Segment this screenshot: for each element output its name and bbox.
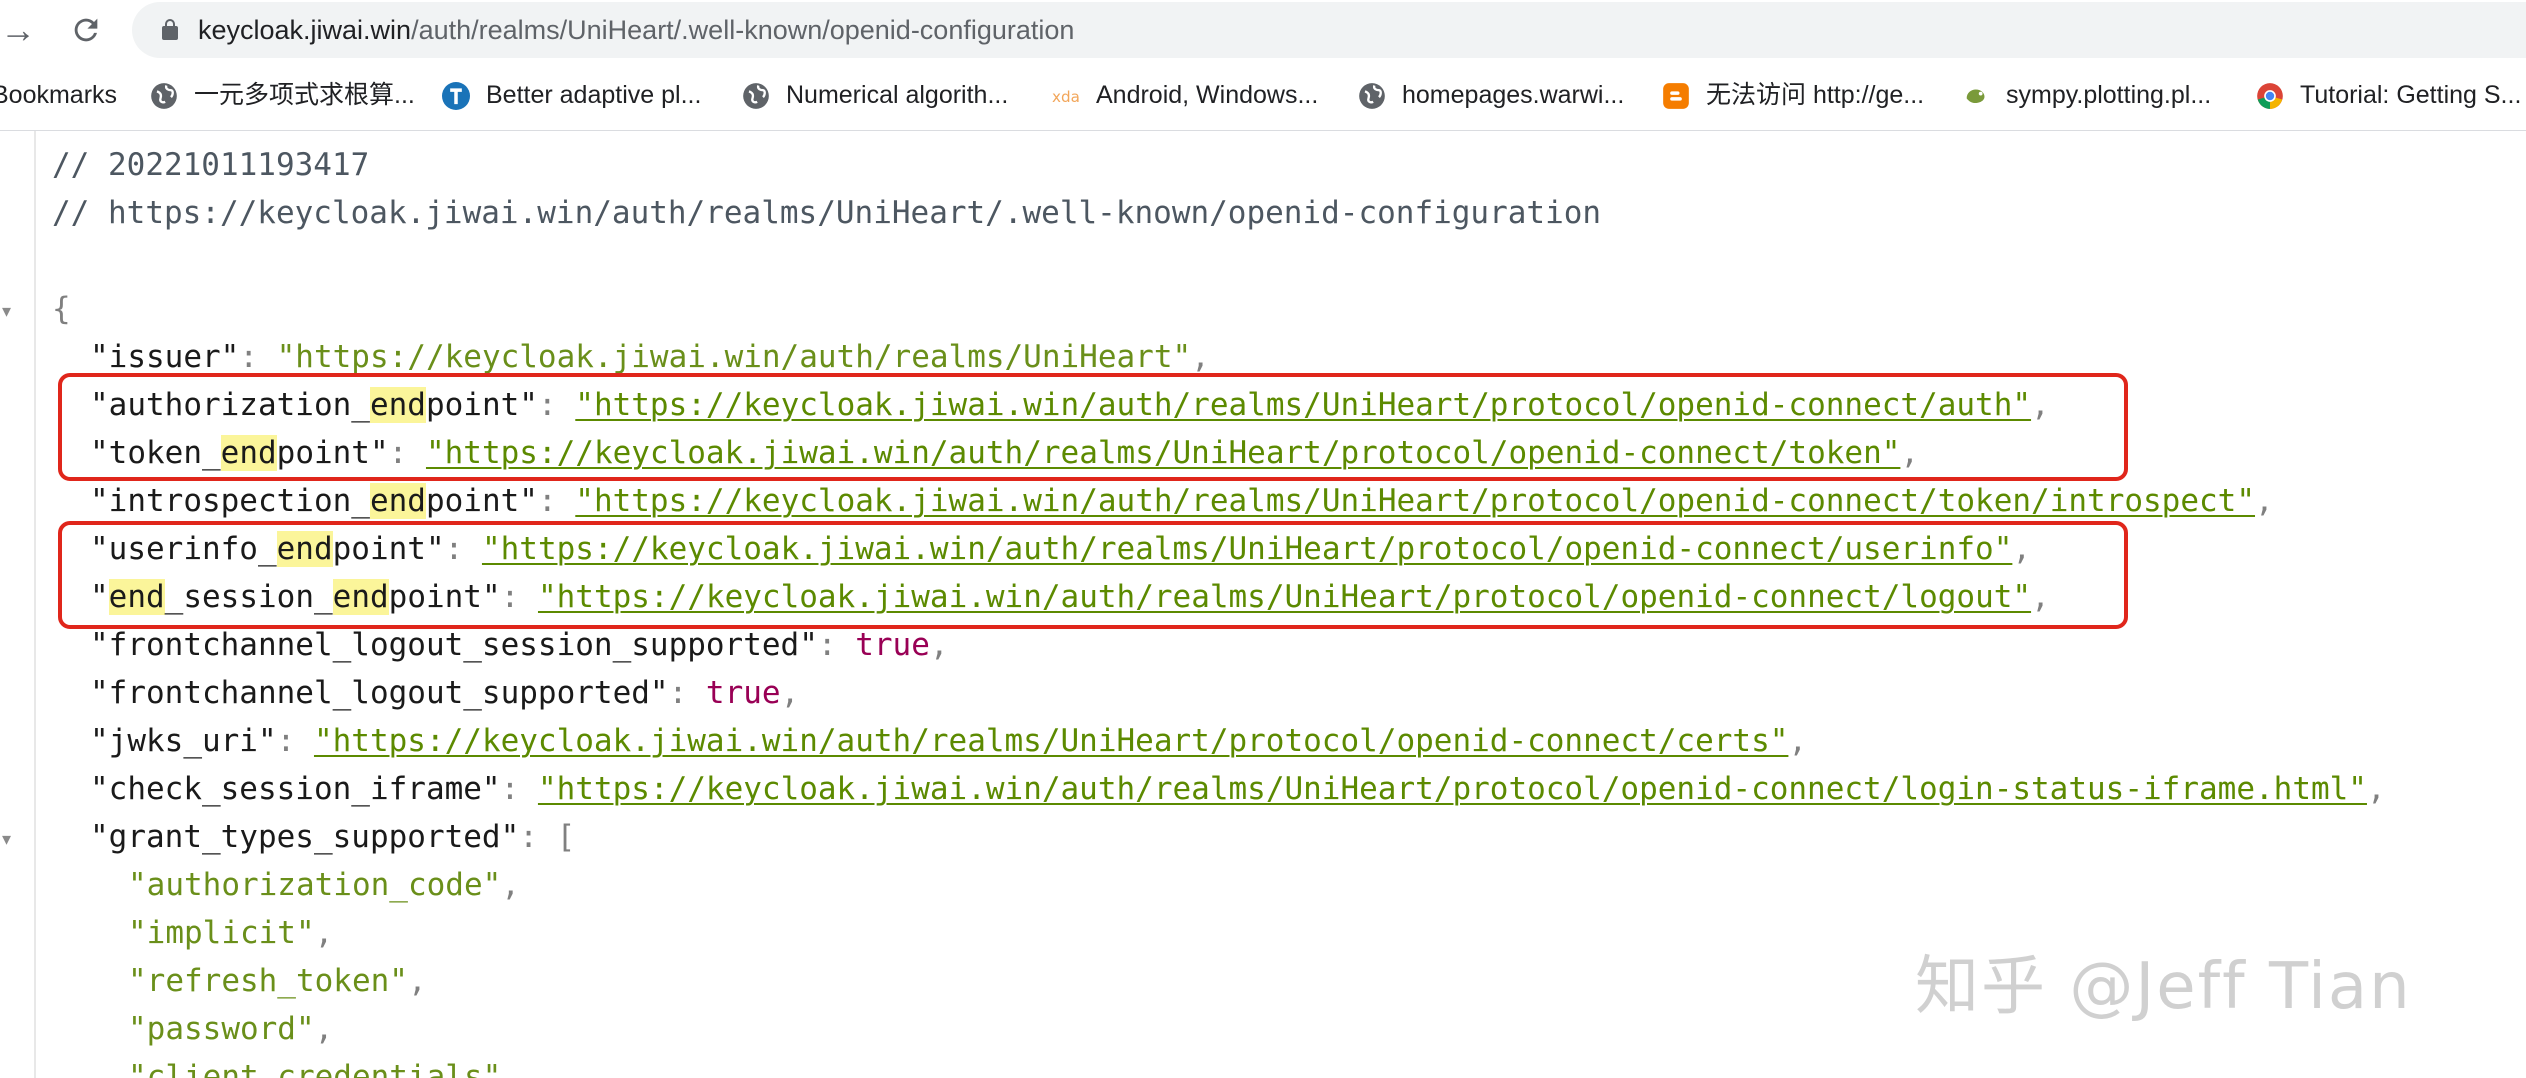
arrow-right-icon: → bbox=[0, 9, 36, 50]
json-link-value[interactable]: "https://keycloak.jiwai.win/auth/realms/… bbox=[314, 723, 1788, 759]
json-boolean-value: true bbox=[706, 675, 781, 711]
json-string-value: "client_credentials" bbox=[128, 1059, 501, 1078]
gutter-divider bbox=[34, 131, 36, 1078]
json-comma: , bbox=[1191, 339, 1210, 375]
xda-icon: xda bbox=[1052, 82, 1080, 110]
blogger-icon bbox=[1662, 82, 1690, 110]
comment-url: // https://keycloak.jiwai.win/auth/realm… bbox=[52, 189, 1601, 237]
json-row-frontchannel-logout-supported: "frontchannel_logout_supported": true, bbox=[90, 669, 799, 717]
json-boolean-value: true bbox=[855, 627, 930, 663]
url-host: keycloak.jiwai.win bbox=[198, 15, 411, 45]
json-array-item: "implicit", bbox=[128, 909, 333, 957]
bookmark-label: sympy.plotting.pl... bbox=[2006, 60, 2211, 130]
bookmark-folder[interactable]: Bookmarks bbox=[0, 60, 117, 130]
json-array-item: "refresh_token", bbox=[128, 957, 427, 1005]
json-row-jwks-uri: "jwks_uri": "https://keycloak.jiwai.win/… bbox=[90, 717, 1807, 765]
bookmarks-bar: Bookmarks 一元多项式求根算... Better adaptive pl… bbox=[0, 60, 2526, 131]
json-comma: , bbox=[1788, 723, 1807, 759]
json-key-part: point" bbox=[426, 483, 538, 519]
bookmark-label: Numerical algorith... bbox=[786, 60, 1008, 130]
json-array-item: "client_credentials", bbox=[128, 1053, 520, 1078]
watermark: 知乎 @Jeff Tian bbox=[1915, 935, 2412, 1027]
json-array-item: "authorization_code", bbox=[128, 861, 520, 909]
json-colon: : bbox=[519, 819, 556, 855]
json-comma: , bbox=[2255, 483, 2274, 519]
forward-button[interactable]: → bbox=[0, 6, 42, 54]
json-string-value: "implicit" bbox=[128, 915, 315, 951]
bookmark-label: homepages.warwi... bbox=[1402, 60, 1624, 130]
bookmark-label: 一元多项式求根算... bbox=[194, 60, 415, 130]
json-comma: , bbox=[930, 627, 949, 663]
comment-timestamp: // 20221011193417 bbox=[52, 141, 369, 189]
json-link-value[interactable]: "https://keycloak.jiwai.win/auth/realms/… bbox=[575, 483, 2255, 519]
json-comma: , bbox=[315, 915, 334, 951]
json-colon: : bbox=[669, 675, 706, 711]
bookmark-label: Android, Windows... bbox=[1096, 60, 1318, 130]
json-key: "check_session_iframe" bbox=[90, 771, 501, 807]
json-row-check-session-iframe: "check_session_iframe": "https://keycloa… bbox=[90, 765, 2386, 813]
globe-icon bbox=[742, 82, 770, 110]
chrome-icon bbox=[2256, 82, 2284, 110]
json-string-value: "https://keycloak.jiwai.win/auth/realms/… bbox=[277, 339, 1192, 375]
json-colon: : bbox=[818, 627, 855, 663]
svg-text:xda: xda bbox=[1052, 88, 1080, 106]
json-comma: , bbox=[2367, 771, 2386, 807]
browser-toolbar: → keycloak.jiwai.win/auth/realms/UniHear… bbox=[0, 0, 2526, 60]
collapse-triangle-icon[interactable]: ▾ bbox=[2, 830, 20, 848]
annotation-box-auth-token bbox=[58, 373, 2128, 481]
json-colon: : bbox=[277, 723, 314, 759]
json-key: "frontchannel_logout_supported" bbox=[90, 675, 669, 711]
json-key: "grant_types_supported" bbox=[90, 819, 519, 855]
url-path: /auth/realms/UniHeart/.well-known/openid… bbox=[411, 15, 1074, 45]
globe-icon bbox=[1358, 82, 1386, 110]
json-string-value: "password" bbox=[128, 1011, 315, 1047]
json-colon: : bbox=[538, 483, 575, 519]
json-link-value[interactable]: "https://keycloak.jiwai.win/auth/realms/… bbox=[538, 771, 2367, 807]
json-open-brace: { bbox=[52, 285, 71, 333]
json-key: "issuer" bbox=[90, 339, 239, 375]
json-row-introspection-endpoint: "introspection_endpoint": "https://keycl… bbox=[90, 477, 2274, 525]
collapse-triangle-icon[interactable]: ▾ bbox=[2, 302, 20, 320]
address-bar[interactable]: keycloak.jiwai.win/auth/realms/UniHeart/… bbox=[132, 2, 2526, 58]
json-viewer: // 20221011193417 // https://keycloak.ji… bbox=[0, 131, 2526, 1078]
reload-button[interactable] bbox=[62, 6, 110, 54]
bookmark-label: Better adaptive pl... bbox=[486, 60, 701, 130]
json-key: "frontchannel_logout_session_supported" bbox=[90, 627, 818, 663]
globe-icon bbox=[150, 82, 178, 110]
json-comma: , bbox=[781, 675, 800, 711]
tumblr-icon bbox=[442, 82, 470, 110]
url-text[interactable]: keycloak.jiwai.win/auth/realms/UniHeart/… bbox=[198, 2, 1074, 58]
json-colon: : bbox=[239, 339, 276, 375]
json-array-item: "password", bbox=[128, 1005, 333, 1053]
json-row-grant-types-supported: "grant_types_supported": [ bbox=[90, 813, 575, 861]
python-icon bbox=[1962, 82, 1990, 110]
reload-icon bbox=[69, 13, 103, 47]
json-key: "jwks_uri" bbox=[90, 723, 277, 759]
json-colon: : bbox=[501, 771, 538, 807]
bookmark-label: Tutorial: Getting S... bbox=[2300, 60, 2521, 130]
bookmark-label: Bookmarks bbox=[0, 81, 117, 109]
json-open-bracket: [ bbox=[557, 819, 576, 855]
json-comma: , bbox=[315, 1011, 334, 1047]
json-comma: , bbox=[501, 867, 520, 903]
json-string-value: "authorization_code" bbox=[128, 867, 501, 903]
search-highlight: end bbox=[370, 483, 426, 519]
json-comma: , bbox=[408, 963, 427, 999]
json-key-part: "introspection_ bbox=[90, 483, 370, 519]
bookmark-label: 无法访问 http://ge... bbox=[1706, 60, 1924, 130]
json-string-value: "refresh_token" bbox=[128, 963, 408, 999]
annotation-box-userinfo-logout bbox=[58, 521, 2128, 629]
json-comma: , bbox=[501, 1059, 520, 1078]
lock-icon[interactable] bbox=[158, 18, 182, 42]
